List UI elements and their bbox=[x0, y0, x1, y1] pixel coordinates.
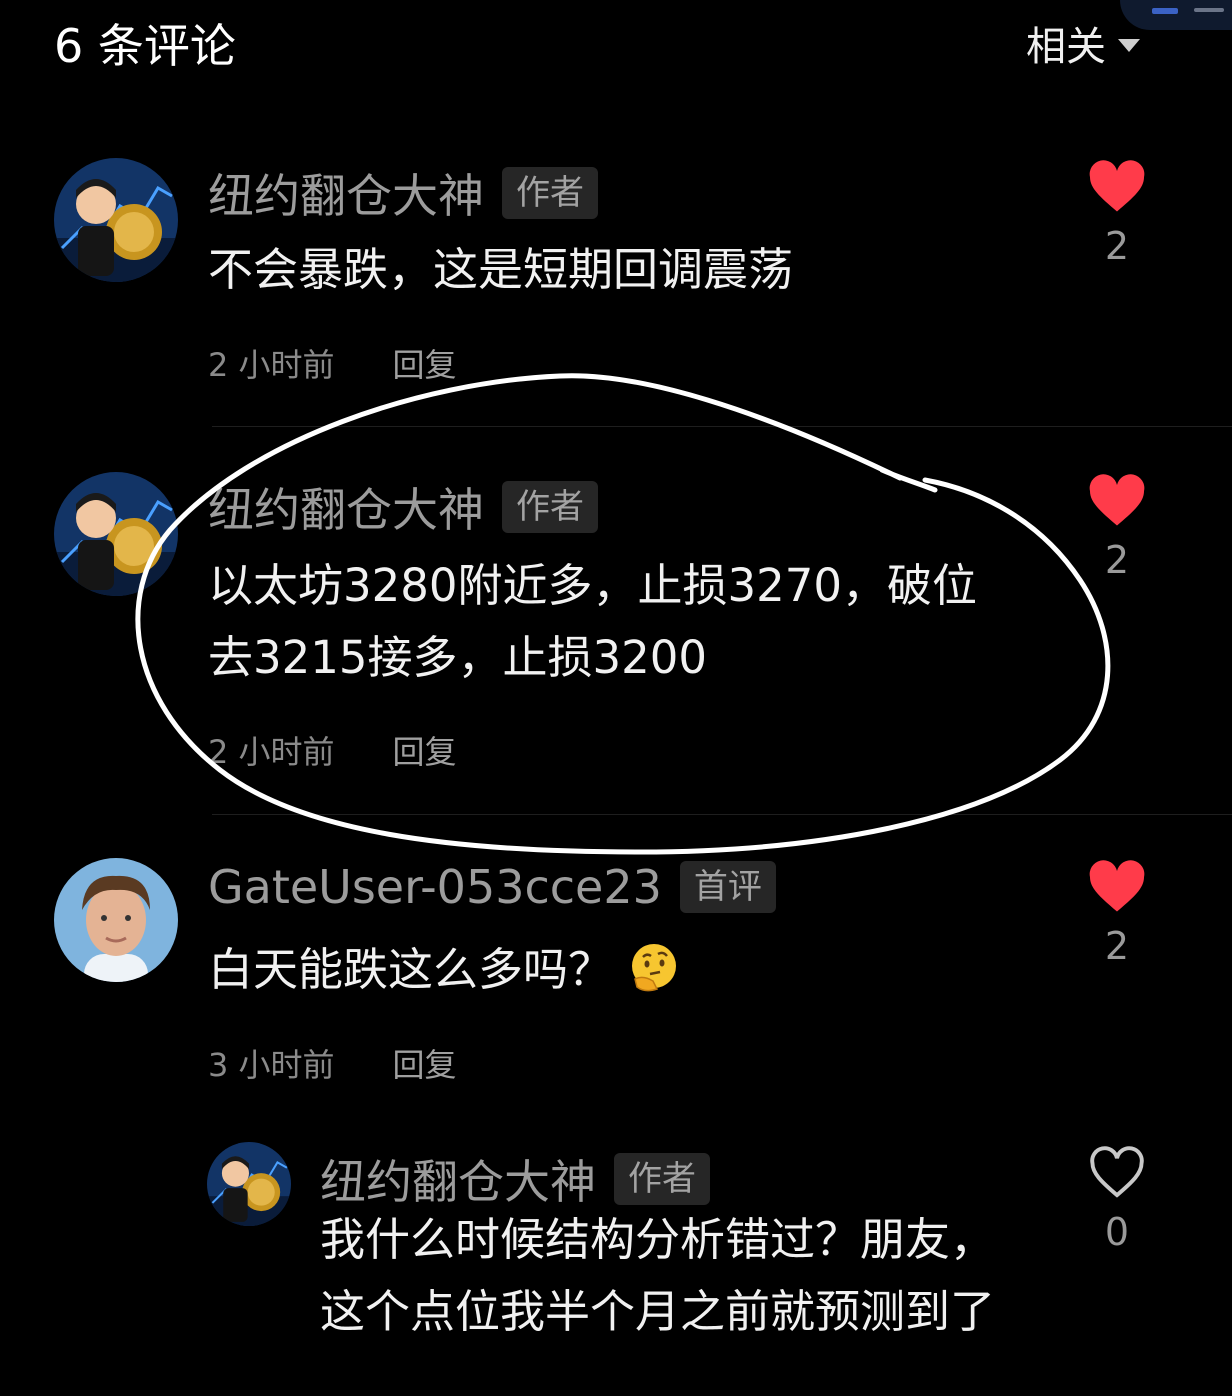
like-button[interactable]: 2 bbox=[1087, 160, 1147, 268]
comment-count-title: 6 条评论 bbox=[54, 19, 236, 73]
like-count: 2 bbox=[1104, 224, 1130, 268]
comment-meta: 2 小时前 回复 bbox=[208, 727, 457, 773]
sort-label: 相关 bbox=[1026, 24, 1106, 70]
like-button[interactable]: 2 bbox=[1087, 474, 1147, 582]
author-name: 纽约翻仓大神 bbox=[208, 483, 484, 537]
comment-line: 白天能跌这么多吗？ bbox=[208, 943, 614, 996]
author-badge: 首评 bbox=[679, 861, 776, 913]
like-count: 2 bbox=[1104, 538, 1130, 582]
comment-text: 以太坊3280附近多，止损3270，破位 去3215接多，止损3200 bbox=[208, 550, 977, 694]
divider bbox=[212, 426, 1232, 427]
author-name: 纽约翻仓大神 bbox=[320, 1155, 596, 1209]
heart-outline-icon bbox=[1090, 1146, 1144, 1198]
comment-line: 以太坊3280附近多，止损3270，破位 bbox=[208, 559, 978, 612]
comment-line: 去3215接多，止损3200 bbox=[208, 631, 708, 684]
author-name: 纽约翻仓大神 bbox=[208, 169, 484, 223]
reply-button[interactable]: 回复 bbox=[393, 1040, 457, 1086]
heart-filled-icon bbox=[1089, 160, 1145, 212]
like-count: 0 bbox=[1104, 1210, 1130, 1254]
avatar[interactable] bbox=[54, 158, 178, 282]
author-badge: 作者 bbox=[502, 481, 598, 533]
comment-time: 3 小时前 bbox=[208, 1046, 335, 1084]
like-count: 2 bbox=[1104, 924, 1130, 968]
reply-button[interactable]: 回复 bbox=[393, 727, 457, 773]
corner-thumbnail bbox=[1120, 0, 1232, 30]
like-button[interactable]: 0 bbox=[1087, 1146, 1147, 1254]
avatar[interactable] bbox=[207, 1142, 291, 1226]
caret-down-icon bbox=[1118, 38, 1140, 52]
comment-time: 2 小时前 bbox=[208, 346, 335, 384]
author-name: GateUser-053cce23 bbox=[208, 860, 662, 914]
heart-filled-icon bbox=[1089, 860, 1145, 912]
comment-line: 不会暴跌，这是短期回调震荡 bbox=[208, 243, 794, 296]
comment-line: 这个点位我半个月之前就预测到了 bbox=[320, 1285, 996, 1338]
comment-text: 不会暴跌，这是短期回调震荡 bbox=[208, 234, 793, 306]
author-badge: 作者 bbox=[502, 167, 598, 219]
heart-filled-icon bbox=[1089, 474, 1145, 526]
comment-line: 我什么时候结构分析错过？朋友， bbox=[320, 1213, 996, 1266]
comment-meta: 2 小时前 回复 bbox=[208, 340, 457, 386]
avatar[interactable] bbox=[54, 858, 178, 982]
comment-author[interactable]: 纽约翻仓大神 作者 bbox=[208, 474, 598, 540]
comment-author[interactable]: 纽约翻仓大神 作者 bbox=[320, 1146, 710, 1212]
avatar[interactable] bbox=[54, 472, 178, 596]
like-button[interactable]: 2 bbox=[1087, 860, 1147, 968]
comment-text: 白天能跌这么多吗？ bbox=[208, 934, 681, 1006]
comment-meta: 3 小时前 回复 bbox=[208, 1040, 457, 1086]
comment-author[interactable]: GateUser-053cce23 首评 bbox=[208, 860, 776, 914]
thinking-face-emoji bbox=[632, 944, 677, 992]
divider bbox=[212, 814, 1232, 815]
comment-text: 我什么时候结构分析错过？朋友， 这个点位我半个月之前就预测到了 bbox=[320, 1204, 995, 1348]
comment-author[interactable]: 纽约翻仓大神 作者 bbox=[208, 160, 598, 226]
reply-button[interactable]: 回复 bbox=[393, 340, 457, 386]
author-badge: 作者 bbox=[614, 1153, 710, 1205]
sort-dropdown[interactable]: 相关 bbox=[1026, 14, 1140, 72]
comment-time: 2 小时前 bbox=[208, 733, 335, 771]
